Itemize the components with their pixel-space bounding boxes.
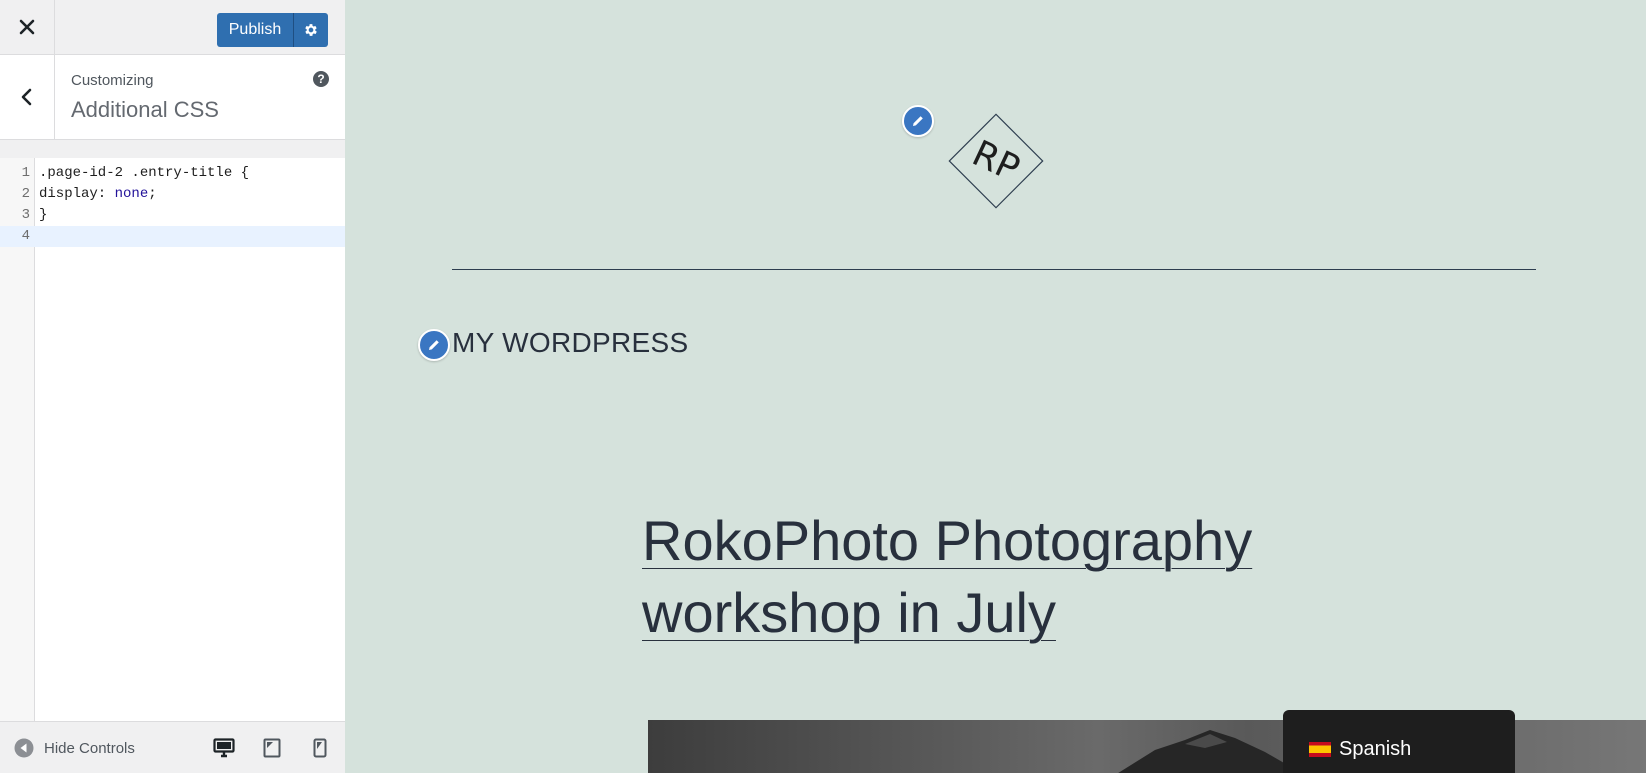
section-header: Customizing Additional CSS ? <box>0 55 345 140</box>
css-property: display: <box>39 186 115 202</box>
section-divider <box>0 140 345 158</box>
section-title: Additional CSS <box>71 97 219 122</box>
publish-button[interactable]: Publish <box>217 13 293 47</box>
post-title-link-line2[interactable]: workshop in July <box>642 581 1056 644</box>
css-code-editor[interactable]: 1 .page-id-2 .entry-title { 2 display: n… <box>0 158 345 721</box>
preview-desktop-button[interactable] <box>210 735 238 761</box>
site-preview[interactable]: RP MY WORDPRESS RokoPhoto Photography wo… <box>345 0 1646 773</box>
pencil-icon <box>913 116 923 126</box>
line-number: 2 <box>21 186 30 202</box>
customizer-panel: Publish Customizing Additional CSS ? 1 .… <box>0 0 346 773</box>
site-title[interactable]: MY WORDPRESS <box>452 327 688 359</box>
site-logo[interactable]: RP <box>938 103 1050 215</box>
close-icon <box>19 19 35 35</box>
hide-controls-label: Hide Controls <box>44 739 135 757</box>
preview-tablet-button[interactable] <box>258 735 286 761</box>
line-number: 4 <box>21 228 30 244</box>
pencil-icon <box>429 340 439 350</box>
logo-text: RP <box>966 133 1026 190</box>
mountain-image-detail <box>1118 730 1302 773</box>
line-number: 3 <box>21 207 30 223</box>
publish-settings-button[interactable] <box>293 13 328 47</box>
help-icon[interactable]: ? <box>313 71 329 87</box>
post-title: RokoPhoto Photography workshop in July <box>642 505 1292 649</box>
code-text: display: none; <box>39 184 157 205</box>
back-button[interactable] <box>0 55 55 139</box>
code-line[interactable]: 3 } <box>0 205 345 226</box>
code-text: .page-id-2 .entry-title { <box>39 165 250 181</box>
edit-site-title-shortcut[interactable] <box>418 329 450 361</box>
customizing-label: Customizing <box>71 72 154 89</box>
code-line[interactable]: 1 .page-id-2 .entry-title { <box>0 163 345 184</box>
gear-icon <box>305 24 317 36</box>
customizer-topbar: Publish <box>0 0 345 55</box>
collapse-arrow-icon <box>14 738 34 758</box>
css-value: none <box>114 186 149 202</box>
code-text: } <box>39 207 48 223</box>
spain-flag-icon <box>1309 742 1331 757</box>
css-semicolon: ; <box>148 186 157 202</box>
line-number: 1 <box>21 165 30 181</box>
preview-mobile-button[interactable] <box>306 735 334 761</box>
tablet-icon <box>263 738 281 758</box>
edit-logo-shortcut[interactable] <box>902 105 934 137</box>
header-separator <box>452 269 1536 270</box>
desktop-icon <box>213 738 235 758</box>
language-switcher[interactable]: Spanish <box>1283 710 1515 773</box>
language-label: Spanish <box>1339 738 1412 760</box>
code-line-active[interactable]: 4 <box>0 226 345 247</box>
customizer-footer: Hide Controls <box>0 721 345 773</box>
publish-button-group: Publish <box>217 13 328 47</box>
chevron-left-icon <box>21 88 32 106</box>
close-customizer-button[interactable] <box>0 0 55 54</box>
hide-controls-button[interactable]: Hide Controls <box>14 722 135 773</box>
mobile-icon <box>313 738 327 758</box>
post-title-link-line1[interactable]: RokoPhoto Photography <box>642 509 1252 572</box>
logo-icon: RP <box>948 113 1044 209</box>
code-line[interactable]: 2 display: none; <box>0 184 345 205</box>
